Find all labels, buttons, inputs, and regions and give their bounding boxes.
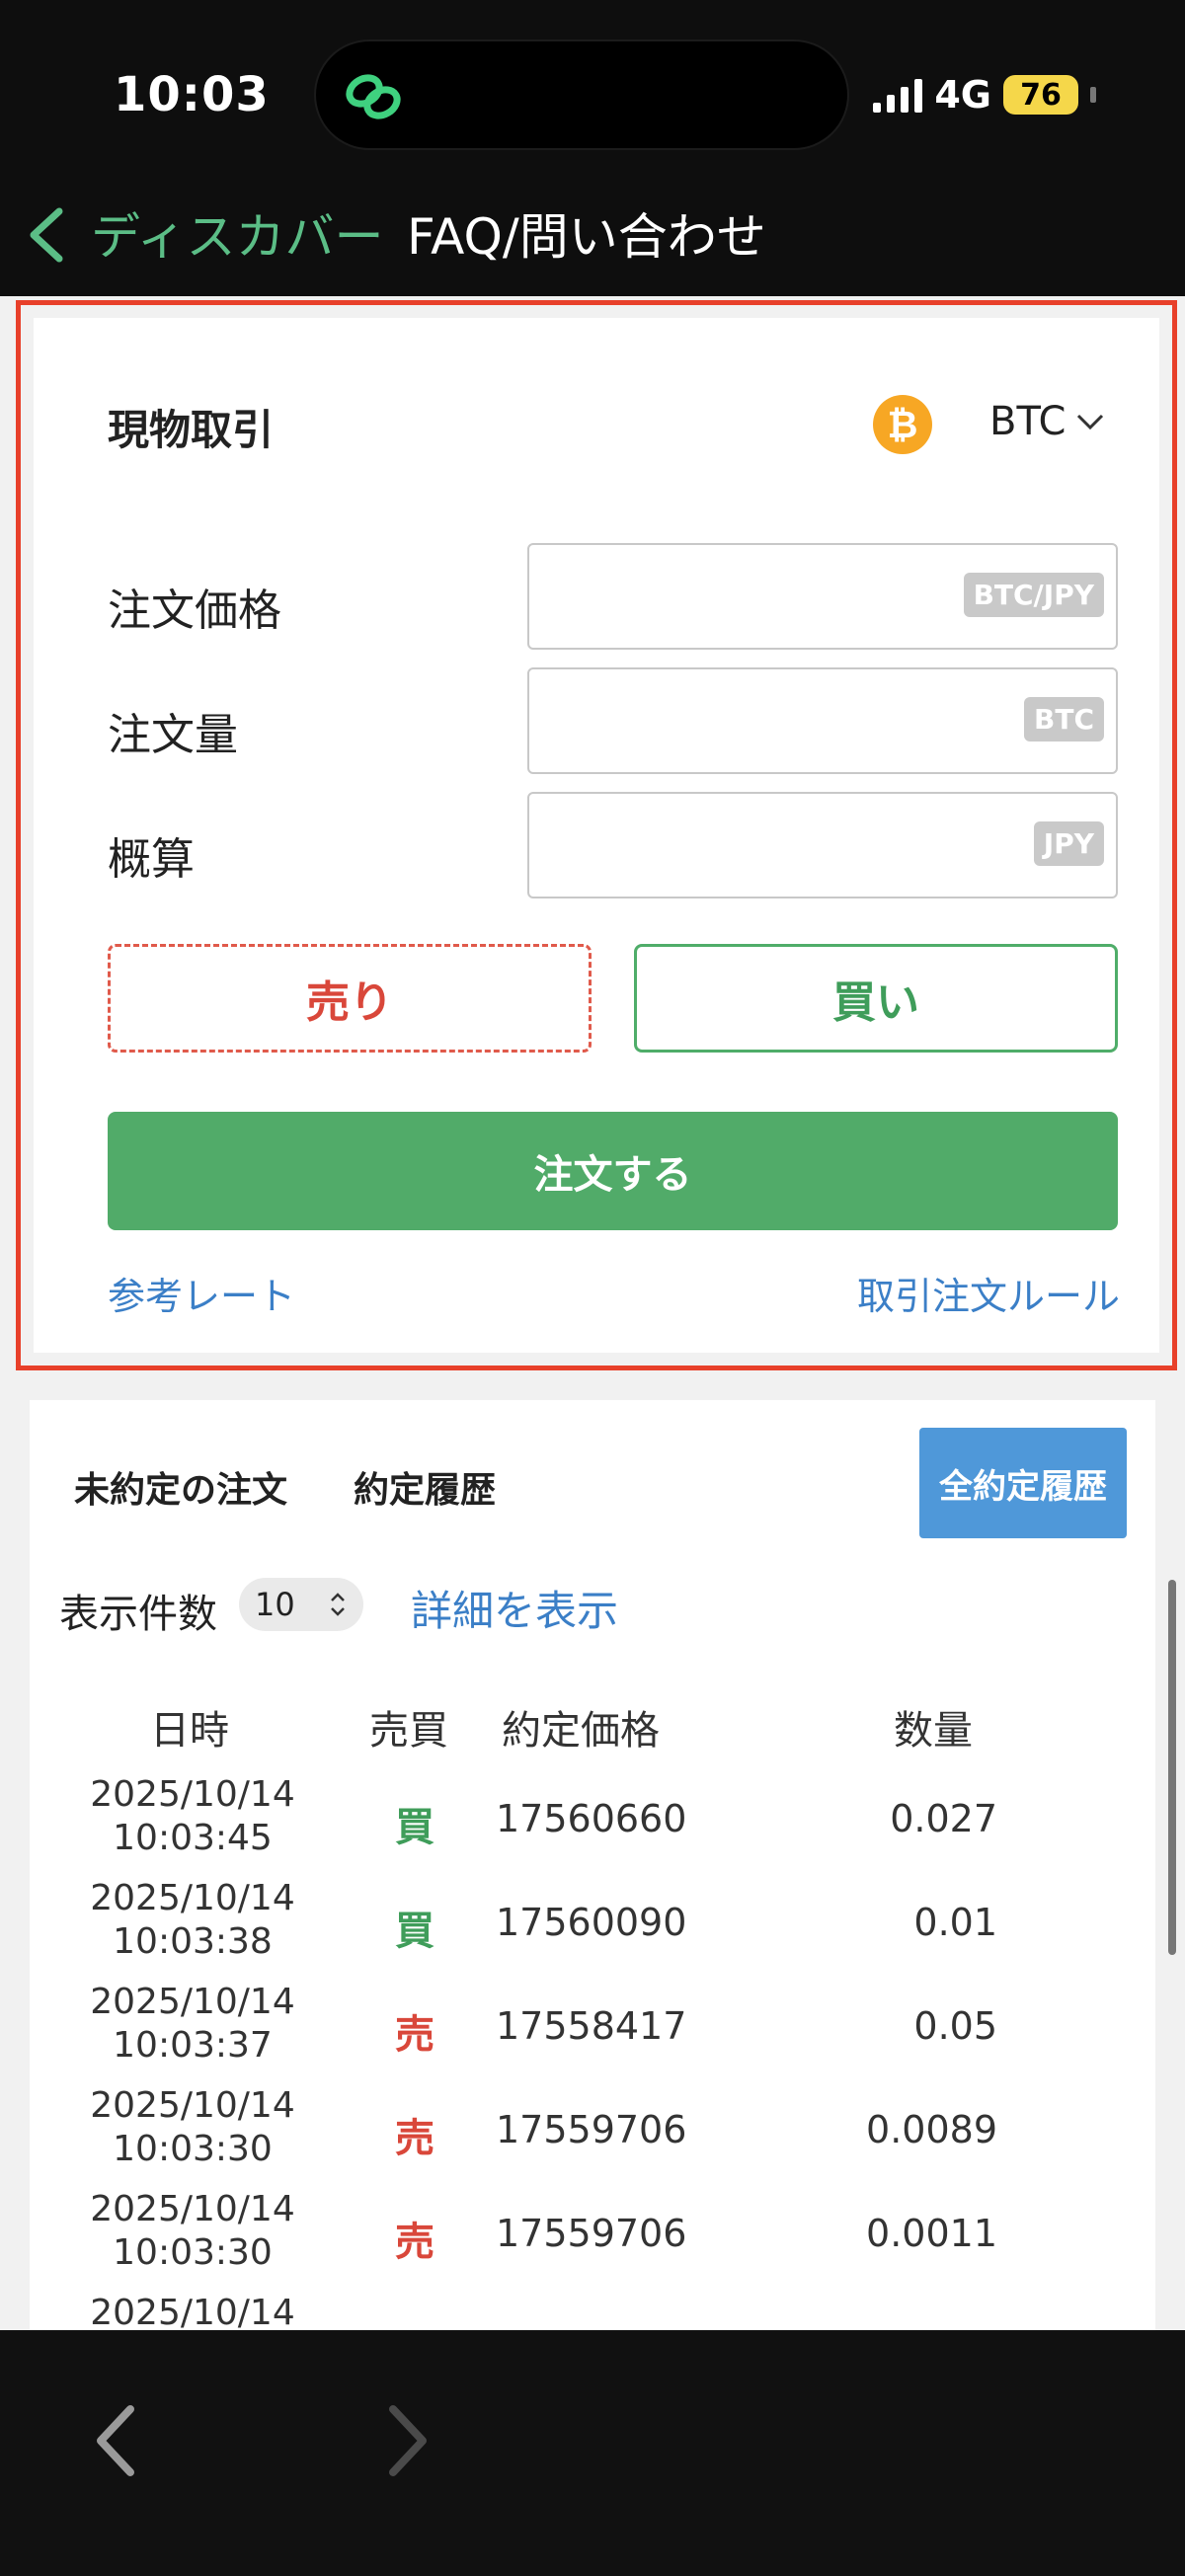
estimate-input[interactable]: JPY: [527, 792, 1118, 898]
bitcoin-icon: ₿: [873, 395, 932, 454]
battery-tip: [1090, 87, 1096, 103]
amount-input[interactable]: BTC: [527, 667, 1118, 774]
estimate-label: 概算: [108, 834, 195, 885]
trade-rules-link[interactable]: 取引注文ルール: [857, 1266, 1120, 1320]
row-side: 売: [395, 2012, 434, 2058]
row-price: 17559706: [496, 2212, 687, 2255]
row-time: 10:03:38: [113, 1921, 273, 1962]
row-datetime: 2025/10/14 10:03:30: [30, 2188, 356, 2275]
row-date: 2025/10/14: [90, 2085, 295, 2126]
display-count-label: 表示件数: [59, 1592, 217, 1637]
tab-trade-history[interactable]: 約定履歴: [354, 1461, 496, 1513]
price-label: 注文価格: [108, 585, 281, 636]
row-datetime: 2025/10/14 10:03:37: [30, 1981, 356, 2068]
row-quantity: 0.05: [913, 2004, 997, 2048]
dynamic-island: [314, 39, 849, 150]
spot-trade-card: 現物取引 ₿ BTC 注文価格 BTC/JPY 注文量 BTC 概算 JPY 売…: [34, 318, 1159, 1353]
chevron-left-icon[interactable]: [24, 205, 69, 265]
page-title: FAQ/問い合わせ: [407, 208, 766, 266]
column-header-side: 売買: [369, 1708, 448, 1754]
row-datetime: 2025/10/14 10:03:30: [30, 2084, 356, 2171]
battery-icon: 76: [1003, 75, 1078, 115]
row-time: 10:03:30: [113, 2232, 273, 2273]
link-app-icon: [346, 74, 401, 119]
coin-symbol: BTC: [989, 399, 1066, 444]
table-row: 2025/10/14: [30, 2286, 1155, 2330]
row-quantity: 0.027: [890, 1797, 997, 1840]
signal-icon: [873, 77, 923, 113]
display-count-value: 10: [255, 1586, 295, 1623]
row-price: 17560090: [496, 1901, 687, 1944]
table-row: 2025/10/14 10:03:30 売 17559706 0.0089: [30, 2078, 1155, 2181]
up-down-chevron-icon: [331, 1593, 345, 1616]
display-count-select[interactable]: 10: [239, 1578, 363, 1631]
back-arrow-icon[interactable]: [91, 2401, 140, 2480]
column-header-quantity: 数量: [894, 1708, 973, 1754]
tab-open-orders[interactable]: 未約定の注文: [74, 1461, 287, 1513]
row-side: 買: [395, 1909, 434, 1954]
show-details-link[interactable]: 詳細を表示: [411, 1578, 618, 1638]
forward-arrow-icon[interactable]: [383, 2401, 433, 2480]
browser-toolbar: [0, 2330, 1185, 2576]
price-input[interactable]: BTC/JPY: [527, 543, 1118, 650]
row-date: 2025/10/14: [90, 1878, 295, 1918]
coin-selector[interactable]: BTC: [989, 399, 1105, 444]
clock: 10:03: [114, 67, 270, 122]
navigation-bar: ディスカバー FAQ/問い合わせ: [0, 168, 1185, 296]
trade-highlight-box: 現物取引 ₿ BTC 注文価格 BTC/JPY 注文量 BTC 概算 JPY 売…: [16, 300, 1177, 1370]
row-date: 2025/10/14: [90, 2293, 295, 2330]
sell-button[interactable]: 売り: [108, 944, 592, 1053]
web-content: 現物取引 ₿ BTC 注文価格 BTC/JPY 注文量 BTC 概算 JPY 売…: [0, 296, 1185, 2330]
estimate-unit-badge: JPY: [1033, 821, 1104, 866]
table-row: 2025/10/14 10:03:45 買 17560660 0.027: [30, 1767, 1155, 1870]
row-price: 17559706: [496, 2108, 687, 2151]
table-row: 2025/10/14 10:03:30 売 17559706 0.0011: [30, 2182, 1155, 2285]
row-time: 10:03:37: [113, 2025, 273, 2066]
network-type: 4G: [934, 73, 991, 117]
all-history-button[interactable]: 全約定履歴: [919, 1428, 1127, 1538]
price-unit-badge: BTC/JPY: [963, 573, 1104, 617]
column-header-datetime: 日時: [150, 1708, 229, 1754]
amount-unit-badge: BTC: [1024, 697, 1104, 742]
row-price: 17558417: [496, 2004, 687, 2048]
row-time: 10:03:30: [113, 2129, 273, 2169]
buy-button[interactable]: 買い: [634, 944, 1118, 1053]
reference-rate-link[interactable]: 参考レート: [108, 1266, 295, 1320]
trade-history-panel: 未約定の注文 約定履歴 全約定履歴 表示件数 10 詳細を表示 日時 売買 約定…: [30, 1400, 1155, 2330]
row-datetime: 2025/10/14: [30, 2292, 356, 2330]
table-row: 2025/10/14 10:03:38 買 17560090 0.01: [30, 1871, 1155, 1974]
scrollbar[interactable]: [1168, 1580, 1176, 1955]
amount-label: 注文量: [108, 710, 238, 760]
row-time: 10:03:45: [113, 1818, 273, 1858]
row-date: 2025/10/14: [90, 1774, 295, 1815]
back-button[interactable]: ディスカバー: [91, 197, 384, 269]
row-datetime: 2025/10/14 10:03:38: [30, 1877, 356, 1964]
row-quantity: 0.0089: [866, 2108, 997, 2151]
row-side: 買: [395, 1805, 434, 1850]
status-bar: 10:03 4G 76: [0, 0, 1185, 168]
row-side: 売: [395, 2116, 434, 2161]
column-header-price: 約定価格: [502, 1708, 660, 1754]
row-quantity: 0.01: [913, 1901, 997, 1944]
status-icons: 4G 76: [873, 73, 1096, 117]
chevron-down-icon: [1077, 414, 1104, 430]
trade-title: 現物取引: [108, 406, 275, 454]
table-row: 2025/10/14 10:03:37 売 17558417 0.05: [30, 1975, 1155, 2077]
row-date: 2025/10/14: [90, 2189, 295, 2229]
row-datetime: 2025/10/14 10:03:45: [30, 1773, 356, 1860]
row-quantity: 0.0011: [866, 2212, 997, 2255]
row-date: 2025/10/14: [90, 1982, 295, 2022]
place-order-button[interactable]: 注文する: [108, 1112, 1118, 1230]
row-price: 17560660: [496, 1797, 687, 1840]
row-side: 売: [395, 2220, 434, 2265]
